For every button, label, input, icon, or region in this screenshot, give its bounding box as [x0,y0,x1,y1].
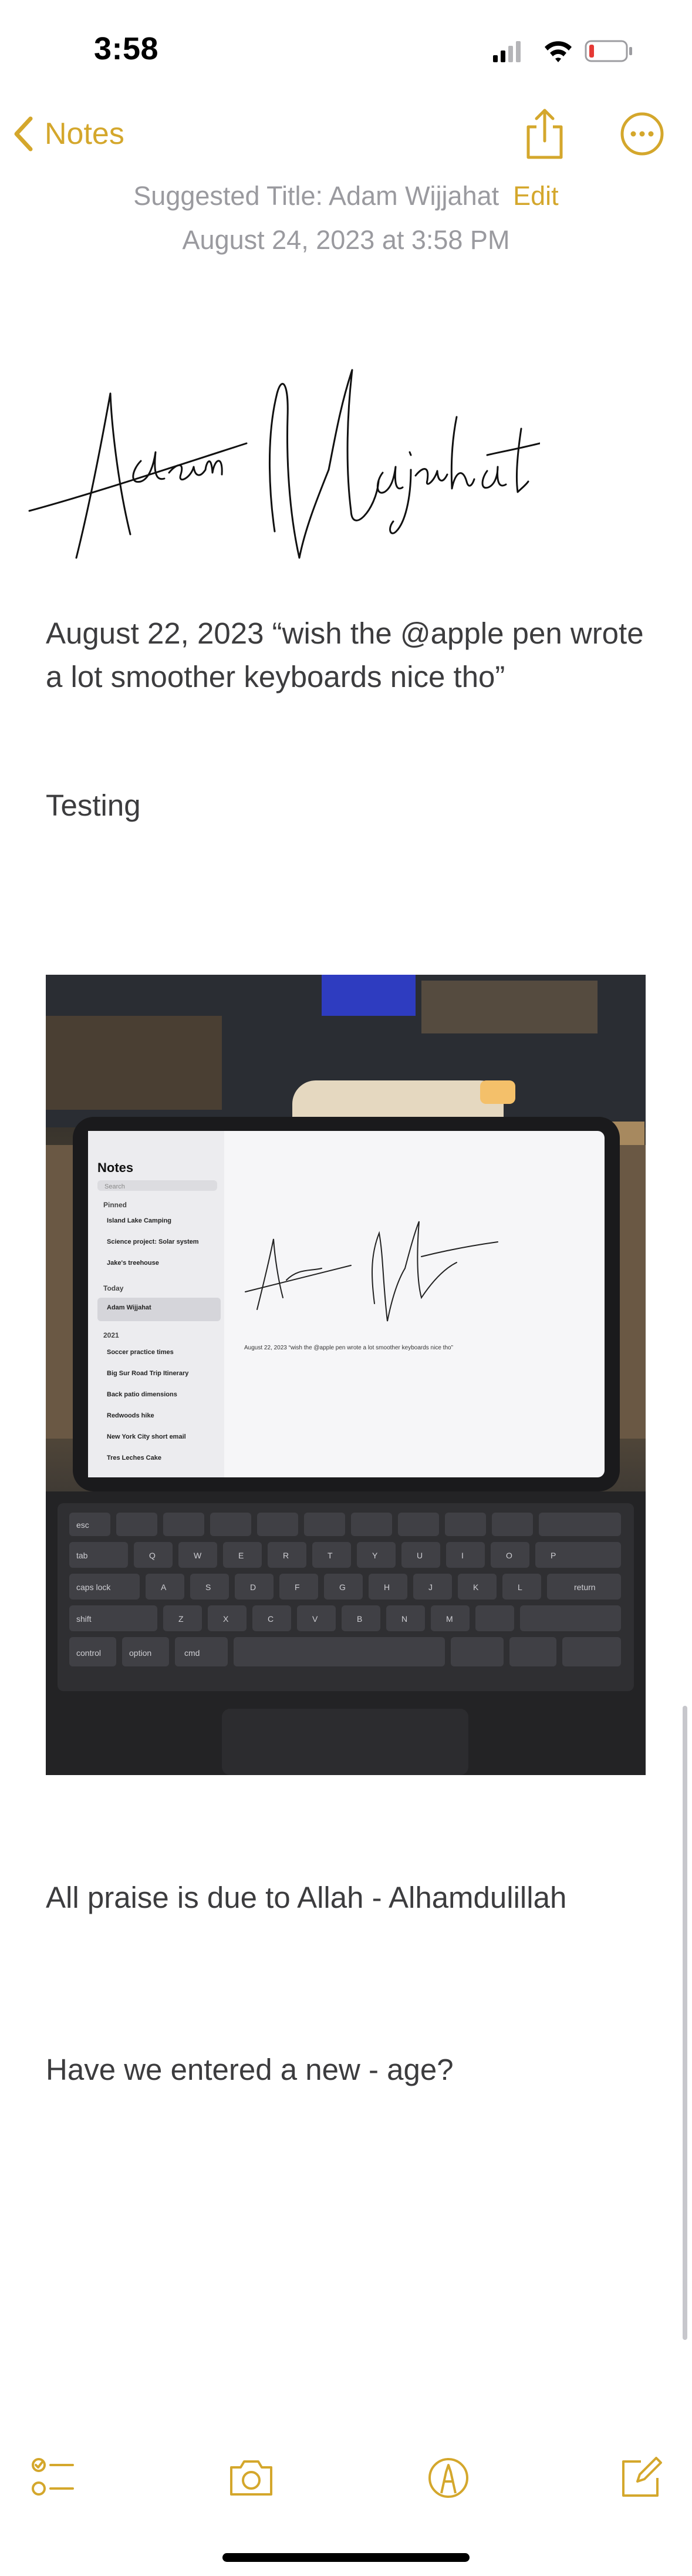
keyboard-key: D [250,1582,256,1592]
keyboard-key: H [384,1582,390,1592]
keyboard-key: F [295,1582,300,1592]
ipad-section-pinned: Pinned [103,1201,127,1209]
edit-title-button[interactable]: Edit [513,181,559,211]
keyboard-key: Q [149,1551,156,1560]
battery-low-icon [585,40,632,62]
ellipsis-circle-icon [620,112,664,156]
keyboard-key: C [268,1614,274,1624]
compose-button[interactable] [617,2454,664,2501]
keyboard-key: K [473,1582,479,1592]
compose-icon [622,2457,662,2497]
ipad-note-item: Island Lake Camping [107,1217,171,1224]
keyboard-key: W [194,1551,202,1560]
keyboard-key: P [551,1551,556,1560]
note-paragraph-4[interactable]: Have we entered a new - age? [46,2048,644,2092]
markup-pen-icon [428,2458,468,2498]
embedded-photo[interactable]: Notes Search Pinned Island Lake Camping … [46,975,646,1775]
keyboard-key: shift [76,1614,92,1624]
more-button[interactable] [620,112,664,156]
status-icons [493,36,640,66]
ipad-note-item: Jake's treehouse [107,1260,159,1267]
ipad-note-item: New York City short email [107,1433,186,1440]
note-date: August 24, 2023 at 3:58 PM [182,225,510,255]
ipad-note-item: Soccer practice times [107,1349,174,1356]
keyboard-key: U [417,1551,423,1560]
share-icon [526,109,563,159]
camera-button[interactable] [228,2454,275,2501]
suggested-title-text: Suggested Title: Adam Wijjahat [133,181,499,211]
keyboard-key: I [461,1551,464,1560]
ipad-note-item: Redwoods hike [107,1412,154,1419]
cellular-signal-icon [493,41,521,62]
chevron-left-icon [14,116,33,151]
ipad-note-item: Big Sur Road Trip Itinerary [107,1370,189,1377]
keyboard-key: O [506,1551,512,1560]
keyboard-key: caps lock [76,1582,111,1592]
keyboard-key: X [223,1614,229,1624]
back-label: Notes [45,117,124,151]
ipad-note-caption: August 22, 2023 “wish the @apple pen wro… [244,1345,453,1351]
keyboard-key: S [205,1582,211,1592]
handwritten-signature[interactable] [23,335,541,581]
ipad-section-2021: 2021 [103,1331,119,1339]
keyboard-key: R [283,1551,289,1560]
ipad-note-item: Tres Leches Cake [107,1454,161,1462]
keyboard-key: B [357,1614,362,1624]
keyboard-key: cmd [184,1648,200,1658]
camera-icon [230,2460,272,2496]
note-paragraph-2[interactable]: Testing [46,784,644,827]
wifi-icon [545,41,572,62]
keyboard-key: control [76,1648,101,1658]
ipad-note-item: Science project: Solar system [107,1238,199,1245]
keyboard-key: esc [76,1520,89,1530]
markup-button[interactable] [425,2454,472,2501]
suggested-title: Suggested Title: Adam Wijjahat Edit [0,181,692,211]
keyboard-key: G [339,1582,346,1592]
status-time: 3:58 [94,31,159,66]
checklist-icon [32,2458,74,2496]
keyboard-key: option [129,1648,151,1658]
keyboard-key: T [328,1551,333,1560]
back-button[interactable]: Notes [13,110,124,157]
keyboard-key: N [401,1614,407,1624]
ipad-note-item: Adam Wijjahat [107,1304,151,1311]
keyboard-key: return [574,1582,596,1592]
keyboard-key: L [518,1582,522,1592]
keyboard-key: tab [76,1551,88,1560]
keyboard-key: Y [372,1551,378,1560]
note-paragraph-3[interactable]: All praise is due to Allah - Alhamdulill… [46,1876,644,1920]
keyboard-key: V [312,1614,318,1624]
ipad-section-today: Today [103,1284,124,1292]
scroll-indicator[interactable] [683,1706,687,2340]
keyboard-key: E [238,1551,244,1560]
share-button[interactable] [522,107,567,161]
ipad-notes-heading: Notes [97,1160,133,1175]
note-paragraph-1[interactable]: August 22, 2023 “wish the @apple pen wro… [46,612,644,699]
checklist-button[interactable] [31,2454,77,2501]
keyboard-key: Z [178,1614,184,1624]
keyboard-key: M [446,1614,453,1624]
home-indicator[interactable] [222,2553,470,2562]
keyboard-key: J [428,1582,433,1592]
keyboard-key: A [161,1582,167,1592]
ipad-search-placeholder: Search [104,1183,125,1190]
ipad-note-item: Back patio dimensions [107,1391,177,1398]
